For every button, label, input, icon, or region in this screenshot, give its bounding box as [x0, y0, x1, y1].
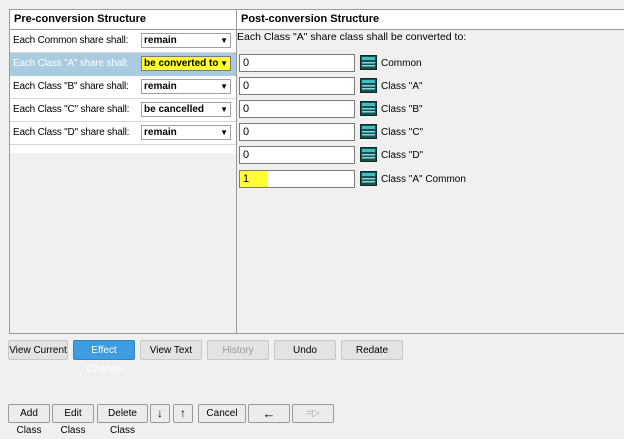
conversion-ratio-input[interactable]: 0: [239, 77, 355, 95]
pre-row-class-a[interactable]: Each Class "A" share shall: be converted…: [10, 53, 236, 76]
pre-row-action-select[interactable]: remain ▼: [141, 33, 231, 48]
pre-row-label: Each Class "B" share shall:: [13, 81, 129, 92]
conversion-ratio-input[interactable]: 1: [239, 170, 355, 188]
cancel-button[interactable]: Cancel: [198, 404, 246, 423]
pre-row-label: Each Class "D" share shall:: [13, 127, 130, 138]
post-conversion-list: Each Class "A" share class shall be conv…: [237, 30, 624, 333]
pre-row-action-select[interactable]: remain ▼: [141, 125, 231, 140]
history-button[interactable]: History: [207, 340, 269, 360]
chevron-down-icon[interactable]: ▼: [220, 129, 228, 137]
conversion-target-label: Class "D": [381, 150, 424, 161]
pre-row-action-select[interactable]: be converted to ▼: [141, 56, 231, 71]
undo-button[interactable]: Undo: [274, 340, 336, 360]
pre-row-class-c[interactable]: Each Class "C" share shall: be cancelled…: [10, 99, 236, 122]
conversion-ratio-input[interactable]: 0: [239, 54, 355, 72]
pre-conversion-header: Pre-conversion Structure: [10, 10, 236, 30]
redate-button[interactable]: Redate: [341, 340, 403, 360]
calculator-icon[interactable]: [360, 171, 377, 186]
conversion-ratio-input[interactable]: 0: [239, 146, 355, 164]
chevron-down-icon[interactable]: ▼: [220, 37, 228, 45]
post-conversion-header: Post-conversion Structure: [237, 10, 624, 30]
post-conversion-panel: Post-conversion Structure Each Class "A"…: [236, 9, 624, 334]
view-current-button[interactable]: View Current: [8, 340, 68, 360]
arrow-up-icon[interactable]: ↑: [173, 404, 193, 423]
conversion-description: Each Class "A" share class shall be conv…: [237, 31, 467, 43]
calculator-icon[interactable]: [360, 55, 377, 70]
conversion-target-label: Class "B": [381, 104, 423, 115]
calculator-icon[interactable]: [360, 147, 377, 162]
delete-class-button[interactable]: Delete Class: [97, 404, 148, 436]
pre-row-action-select[interactable]: remain ▼: [141, 79, 231, 94]
conversion-target-label: Class "A" Common: [381, 174, 466, 185]
pre-conversion-list: Each Common share shall: remain ▼ Each C…: [10, 30, 236, 333]
view-text-button[interactable]: View Text: [140, 340, 202, 360]
arrow-down-icon[interactable]: ↓: [150, 404, 170, 423]
back-arrow-icon[interactable]: ←: [248, 404, 290, 423]
conversion-ratio-input[interactable]: 0: [239, 123, 355, 141]
chevron-down-icon[interactable]: ▼: [220, 83, 228, 91]
effect-change-button[interactable]: Effect Change: [73, 340, 135, 375]
pre-row-label: Each Common share shall:: [13, 35, 129, 46]
calculator-icon[interactable]: [360, 78, 377, 93]
pre-row-common[interactable]: Each Common share shall: remain ▼: [10, 30, 236, 53]
next-arrow-icon[interactable]: =▷: [292, 404, 334, 423]
conversion-target-label: Class "A": [381, 81, 423, 92]
chevron-down-icon[interactable]: ▼: [220, 60, 228, 68]
pre-row-label: Each Class "C" share shall:: [13, 104, 130, 115]
calculator-icon[interactable]: [360, 101, 377, 116]
conversion-target-label: Class "C": [381, 127, 424, 138]
pre-row-action-select[interactable]: be cancelled ▼: [141, 102, 231, 117]
pre-conversion-panel: Pre-conversion Structure Each Common sha…: [9, 9, 237, 334]
conversion-ratio-input[interactable]: 0: [239, 100, 355, 118]
calculator-icon[interactable]: [360, 124, 377, 139]
add-class-button[interactable]: Add Class: [8, 404, 50, 436]
conversion-target-label: Common: [381, 58, 422, 69]
pre-row-class-b[interactable]: Each Class "B" share shall: remain ▼: [10, 76, 236, 99]
chevron-down-icon[interactable]: ▼: [220, 106, 228, 114]
pre-row-class-d[interactable]: Each Class "D" share shall: remain ▼: [10, 122, 236, 145]
edit-class-button[interactable]: Edit Class: [52, 404, 94, 436]
pre-row-label: Each Class "A" share shall:: [13, 58, 129, 69]
